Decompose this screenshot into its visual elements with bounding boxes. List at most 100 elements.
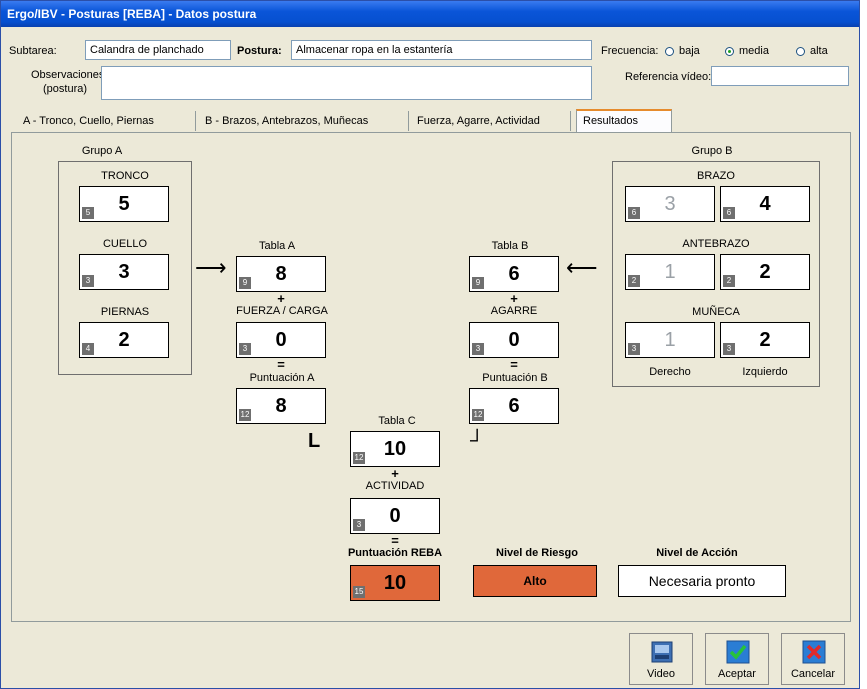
agarre-value: 0 xyxy=(508,329,520,351)
frecuencia-radio-baja[interactable] xyxy=(665,47,674,56)
tab-resultados[interactable]: Resultados xyxy=(576,109,672,133)
nivel-accion-label: Nivel de Acción xyxy=(656,547,738,559)
window-title: Ergo/IBV - Posturas [REBA] - Datos postu… xyxy=(1,1,859,27)
subtarea-label: Subtarea: xyxy=(9,45,57,57)
reba-value: 10 xyxy=(383,572,407,594)
referencia-video-field[interactable] xyxy=(711,66,849,86)
tab-fuerza-agarre-actividad[interactable]: Fuerza, Agarre, Actividad xyxy=(411,111,571,131)
nivel-riesgo-value: Alto xyxy=(473,565,597,597)
brazo-label: BRAZO xyxy=(697,170,735,182)
cancel-icon xyxy=(802,640,826,664)
actividad-score: 3 0 xyxy=(350,498,440,534)
antebrazo-izquierdo-score: 2 2 xyxy=(720,254,810,290)
aceptar-button-label: Aceptar xyxy=(718,668,756,680)
video-button[interactable]: Video xyxy=(629,633,693,685)
nivel-accion-value: Necesaria pronto xyxy=(618,565,786,597)
brazo-izq-value: 4 xyxy=(759,193,771,215)
tab-tronco-cuello-piernas[interactable]: A - Tronco, Cuello, Piernas xyxy=(17,111,196,131)
grupo-a-box: TRONCO 5 5 CUELLO 3 3 PIERNAS 4 2 xyxy=(58,161,192,375)
aceptar-button[interactable]: Aceptar xyxy=(705,633,769,685)
observaciones-label-2: (postura) xyxy=(43,83,88,95)
piernas-value: 2 xyxy=(118,329,130,351)
brazo-derecho-score: 6 3 xyxy=(625,186,715,222)
muneca-derecho-score: 3 1 xyxy=(625,322,715,358)
check-icon xyxy=(726,640,750,664)
observaciones-label: Observaciones: xyxy=(31,69,108,81)
tabla-a-label: Tabla A xyxy=(258,240,296,252)
brazo-izquierdo-score: 6 4 xyxy=(720,186,810,222)
tronco-label: TRONCO xyxy=(101,170,149,182)
nivel-riesgo-label: Nivel de Riesgo xyxy=(496,547,578,559)
tronco-value: 5 xyxy=(118,193,130,215)
derecho-label: Derecho xyxy=(649,366,691,378)
tabla-c-score: 12 10 xyxy=(350,431,440,467)
puntuacion-b-score: 12 6 xyxy=(469,388,559,424)
referencia-video-label: Referencia vídeo: xyxy=(625,71,712,83)
tabla-c-label: Tabla C xyxy=(378,415,416,427)
reba-window: Ergo/IBV - Posturas [REBA] - Datos postu… xyxy=(0,0,860,689)
puntuacion-b-value: 6 xyxy=(508,395,520,417)
frecuencia-media-label: media xyxy=(739,45,769,57)
equals-a: = xyxy=(277,357,285,372)
agarre-score: 3 0 xyxy=(469,322,559,358)
cancelar-button[interactable]: Cancelar xyxy=(781,633,845,685)
frecuencia-baja-label: baja xyxy=(679,45,700,57)
muneca-izquierdo-score: 3 2 xyxy=(720,322,810,358)
grupo-a-title: Grupo A xyxy=(81,145,123,157)
equals-c: = xyxy=(391,533,399,548)
antebrazo-izq-value: 2 xyxy=(759,261,771,283)
agarre-label: AGARRE xyxy=(490,305,538,317)
plus-a: + xyxy=(277,291,285,306)
piernas-score: 4 2 xyxy=(79,322,169,358)
frecuencia-radio-media[interactable] xyxy=(725,47,734,56)
brazo-der-value: 3 xyxy=(664,193,676,215)
puntuacion-a-value: 8 xyxy=(275,395,287,417)
video-icon xyxy=(651,641,673,663)
video-button-label: Video xyxy=(647,668,675,680)
grupo-b-title: Grupo B xyxy=(691,145,733,157)
tab-brazos-antebrazos-munecas[interactable]: B - Brazos, Antebrazos, Muñecas xyxy=(199,111,409,131)
puntuacion-a-label: Puntuación A xyxy=(249,372,315,384)
fuerza-carga-score: 3 0 xyxy=(236,322,326,358)
piernas-label: PIERNAS xyxy=(100,306,150,318)
fuerza-carga-label: FUERZA / CARGA xyxy=(236,305,328,317)
tabla-c-value: 10 xyxy=(383,438,407,460)
muneca-label: MUÑECA xyxy=(692,306,740,318)
frecuencia-label: Frecuencia: xyxy=(601,45,659,57)
puntuacion-a-score: 12 8 xyxy=(236,388,326,424)
antebrazo-der-value: 1 xyxy=(664,261,676,283)
equals-b: = xyxy=(510,357,518,372)
cancelar-button-label: Cancelar xyxy=(790,668,836,680)
tabla-a-score: 9 8 xyxy=(236,256,326,292)
muneca-der-value: 1 xyxy=(664,329,676,351)
cuello-label: CUELLO xyxy=(102,238,148,250)
izquierdo-label: Izquierdo xyxy=(742,366,788,378)
frecuencia-radio-alta[interactable] xyxy=(796,47,805,56)
tronco-score: 5 5 xyxy=(79,186,169,222)
actividad-value: 0 xyxy=(389,505,401,527)
plus-c: + xyxy=(391,466,399,481)
tabla-b-label: Tabla B xyxy=(491,240,529,252)
corner-left: L xyxy=(308,430,321,452)
corner-right: ┘ xyxy=(470,430,485,452)
tabla-a-value: 8 xyxy=(275,263,287,285)
grupo-b-box: BRAZO 6 3 6 4 ANTEBRAZO 2 1 2 2 MUÑECA 3… xyxy=(612,161,820,387)
resultados-panel: Grupo A TRONCO 5 5 CUELLO 3 3 PIERNAS 4 … xyxy=(11,132,851,622)
arrow-left-icon: ⟵ xyxy=(566,255,598,280)
puntuacion-reba-score: 15 10 xyxy=(350,565,440,601)
tabla-b-value: 6 xyxy=(508,263,520,285)
observaciones-field[interactable] xyxy=(101,66,592,100)
frecuencia-alta-label: alta xyxy=(810,45,828,57)
postura-field[interactable]: Almacenar ropa en la estantería xyxy=(291,40,592,60)
puntuacion-reba-label: Puntuación REBA xyxy=(347,547,443,559)
cuello-score: 3 3 xyxy=(79,254,169,290)
postura-label: Postura: xyxy=(237,45,282,57)
puntuacion-b-label: Puntuación B xyxy=(482,372,548,384)
subtarea-field[interactable]: Calandra de planchado xyxy=(85,40,231,60)
cuello-value: 3 xyxy=(118,261,130,283)
tabla-b-score: 9 6 xyxy=(469,256,559,292)
muneca-izq-value: 2 xyxy=(759,329,771,351)
actividad-label: ACTIVIDAD xyxy=(365,480,425,492)
arrow-right-icon: ⟶ xyxy=(195,255,227,280)
fuerza-value: 0 xyxy=(275,329,287,351)
